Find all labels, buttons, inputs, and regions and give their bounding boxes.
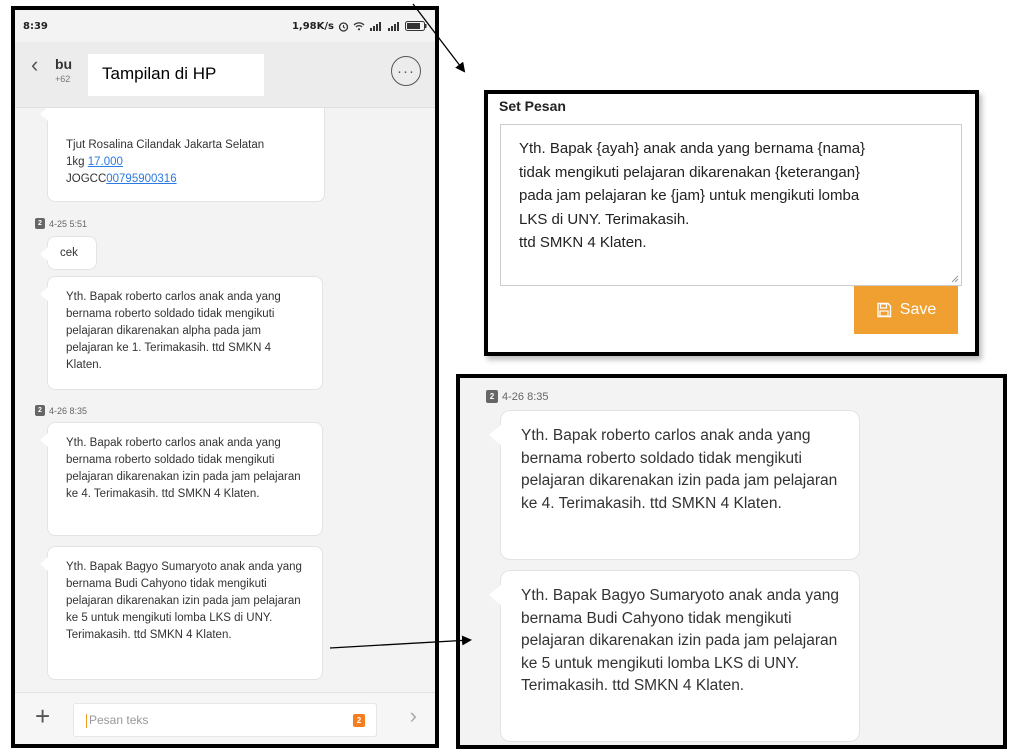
phone-screenshot: 8:39 1,98K/s ‹ bu +62 Tampilan di HP ···…: [11, 6, 439, 748]
template-line: tidak mengikuti pelajaran dikarenakan {k…: [519, 163, 861, 181]
text-caret: [86, 713, 87, 728]
signal-icon-2: [388, 22, 399, 31]
sim-select-icon[interactable]: 2: [353, 714, 365, 727]
zoomed-messages-panel: 2 4-26 8:35 Yth. Bapak roberto carlos an…: [456, 374, 1007, 749]
battery-icon: [405, 21, 427, 31]
plus-icon[interactable]: +: [35, 703, 50, 729]
text-prefix: JOGCC: [66, 173, 107, 185]
timestamp: 2 4-26 8:35: [486, 390, 548, 403]
message-line: JOGCC00795900316: [66, 171, 306, 188]
timestamp-text: 4-26 8:35: [49, 405, 88, 416]
message-bubble[interactable]: Yth. Bapak Bagyo Sumaryoto anak anda yan…: [489, 570, 860, 742]
timestamp-text: 4-25 5:51: [49, 218, 88, 229]
text-prefix: 1kg: [66, 156, 88, 168]
template-line: pada jam pelajaran ke {jam} untuk mengik…: [519, 187, 860, 204]
contact-number: +62: [55, 74, 71, 84]
network-speed: 1,98K/s: [291, 20, 334, 32]
conversation-header: ‹ bu +62 Tampilan di HP ···: [15, 42, 435, 108]
message-thread[interactable]: Tjut Rosalina Cilandak Jakarta Selatan 1…: [15, 108, 435, 692]
more-options-icon[interactable]: ···: [391, 56, 421, 86]
alarm-icon: [338, 21, 349, 32]
input-placeholder: Pesan teks: [89, 713, 149, 727]
timestamp: 2 4-25 5:51: [35, 218, 87, 229]
status-time: 8:39: [23, 20, 48, 32]
number-link[interactable]: 17.000: [88, 156, 123, 168]
set-pesan-panel: Set Pesan Yth. Bapak {ayah} anak anda ya…: [484, 90, 979, 356]
status-icons: 1,98K/s: [292, 21, 427, 32]
message-bubble[interactable]: Yth. Bapak Bagyo Sumaryoto anak anda yan…: [40, 546, 323, 680]
message-bubble-partial: Tjut Rosalina Cilandak Jakarta Selatan 1…: [40, 108, 325, 202]
contact-name: bu: [55, 56, 73, 72]
message-bubble[interactable]: cek: [40, 236, 97, 270]
template-line: ttd SMKN 4 Klaten.: [519, 234, 647, 251]
message-template-textarea[interactable]: Yth. Bapak {ayah} anak anda yang bernama…: [500, 124, 962, 286]
template-line: Yth. Bapak {ayah} anak anda yang bernama…: [519, 140, 866, 157]
compose-bar: + Pesan teks 2 ›: [15, 692, 435, 744]
message-line: Tjut Rosalina Cilandak Jakarta Selatan: [66, 139, 265, 151]
save-label: Save: [899, 301, 937, 318]
message-line: 1kg 17.000: [66, 154, 306, 171]
message-bubble[interactable]: Yth. Bapak roberto carlos anak anda yang…: [40, 276, 323, 390]
timestamp-text: 4-26 8:35: [502, 390, 549, 403]
sim-card-icon: 2: [486, 390, 498, 403]
timestamp: 2 4-26 8:35: [35, 405, 87, 416]
message-input[interactable]: Pesan teks: [73, 703, 377, 737]
status-bar: 8:39 1,98K/s: [15, 10, 435, 42]
message-bubble[interactable]: Yth. Bapak roberto carlos anak anda yang…: [40, 422, 323, 536]
signal-icon: [370, 22, 381, 31]
resize-grip-icon[interactable]: [949, 273, 959, 283]
wifi-icon: [353, 22, 365, 31]
panel-title: Set Pesan: [499, 98, 566, 114]
sim-card-icon: 2: [35, 405, 45, 416]
sim-card-icon: 2: [35, 218, 45, 229]
template-line: LKS di UNY. Terimakasih.: [519, 210, 690, 228]
message-bubble[interactable]: Yth. Bapak roberto carlos anak anda yang…: [489, 410, 860, 560]
back-chevron-icon[interactable]: ‹: [31, 54, 38, 76]
floppy-disk-icon: [877, 302, 891, 318]
send-icon[interactable]: ›: [410, 705, 417, 727]
caption-label: Tampilan di HP: [88, 54, 264, 96]
number-link[interactable]: 00795900316: [106, 173, 176, 185]
save-button[interactable]: Save: [854, 286, 958, 334]
